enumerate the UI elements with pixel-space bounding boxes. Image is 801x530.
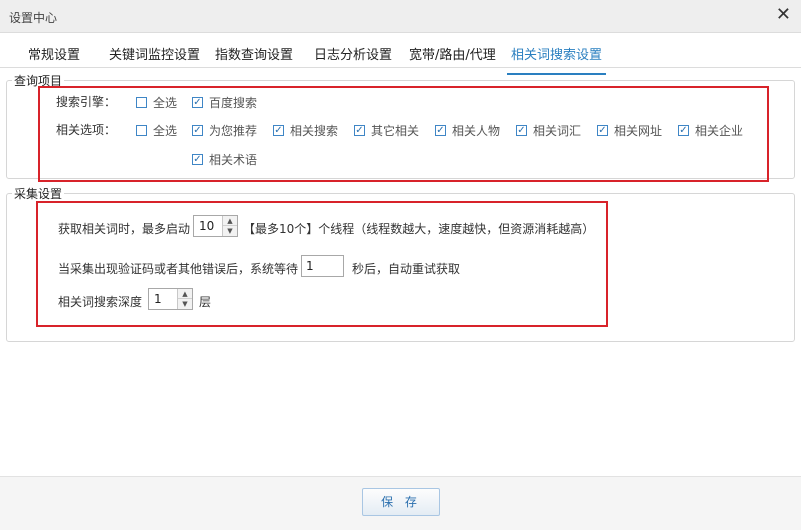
- threads-stepper[interactable]: 10 ▲ ▼: [193, 215, 238, 237]
- retry-seconds-input[interactable]: 1: [301, 255, 344, 277]
- checkbox-icon: [136, 97, 147, 108]
- depth-suffix: 层: [199, 295, 212, 309]
- option-other-related[interactable]: ✓ 其它相关: [354, 122, 419, 139]
- option-related-url[interactable]: ✓ 相关网址: [597, 122, 662, 139]
- engine-baidu[interactable]: ✓ 百度搜索: [192, 94, 257, 111]
- checkbox-icon: [136, 125, 147, 136]
- stepper-down-icon[interactable]: ▼: [223, 226, 237, 236]
- checkbox-checked-icon: ✓: [273, 124, 284, 136]
- tab-keyword-monitor[interactable]: 关键词监控设置: [109, 44, 200, 63]
- tab-log-analysis[interactable]: 日志分析设置: [314, 44, 392, 63]
- depth-stepper[interactable]: 1 ▲ ▼: [148, 288, 193, 310]
- stepper-down-icon[interactable]: ▼: [178, 299, 192, 309]
- options-label: 相关选项：: [56, 123, 117, 137]
- close-icon[interactable]: ✕: [776, 5, 791, 25]
- tab-broadband-proxy[interactable]: 宽带/路由/代理: [409, 44, 496, 63]
- option-related-company[interactable]: ✓ 相关企业: [678, 122, 743, 139]
- stepper-up-icon[interactable]: ▲: [178, 289, 192, 299]
- checkbox-checked-icon: ✓: [354, 124, 365, 136]
- option-related-search[interactable]: ✓ 相关搜索: [273, 122, 338, 139]
- depth-prefix: 相关词搜索深度: [58, 295, 143, 309]
- option-related-people[interactable]: ✓ 相关人物: [435, 122, 500, 139]
- option-related-vocab[interactable]: ✓ 相关词汇: [516, 122, 581, 139]
- threads-prefix: 获取相关词时，最多启动: [58, 222, 191, 236]
- checkbox-checked-icon: ✓: [192, 153, 203, 165]
- window-title: 设置中心: [9, 11, 58, 25]
- engine-select-all[interactable]: 全选: [136, 94, 177, 111]
- checkbox-checked-icon: ✓: [192, 124, 203, 136]
- threads-suffix: 【最多10个】个线程（线程数越大，速度越快，但资源消耗越高）: [243, 222, 595, 236]
- stepper-up-icon[interactable]: ▲: [223, 216, 237, 226]
- checkbox-checked-icon: ✓: [192, 96, 203, 108]
- checkbox-checked-icon: ✓: [597, 124, 608, 136]
- engine-label: 搜索引擎：: [56, 95, 117, 109]
- collect-legend: 采集设置: [12, 185, 65, 202]
- checkbox-checked-icon: ✓: [678, 124, 689, 136]
- option-recommend[interactable]: ✓ 为您推荐: [192, 122, 257, 139]
- option-select-all[interactable]: 全选: [136, 122, 177, 139]
- tab-related-words[interactable]: 相关词搜索设置: [506, 44, 607, 75]
- tab-bar: 常规设置 关键词监控设置 指数查询设置 日志分析设置 宽带/路由/代理 相关词搜…: [0, 33, 801, 75]
- save-button[interactable]: 保 存: [362, 488, 440, 516]
- checkbox-checked-icon: ✓: [435, 124, 446, 136]
- retry-suffix: 秒后，自动重试获取: [352, 262, 461, 276]
- checkbox-checked-icon: ✓: [516, 124, 527, 136]
- title-bar: 设置中心 ✕: [0, 0, 801, 33]
- option-related-term[interactable]: ✓ 相关术语: [192, 151, 257, 168]
- tab-index-query[interactable]: 指数查询设置: [215, 44, 293, 63]
- tab-general[interactable]: 常规设置: [28, 44, 80, 63]
- retry-prefix: 当采集出现验证码或者其他错误后，系统等待: [58, 262, 299, 276]
